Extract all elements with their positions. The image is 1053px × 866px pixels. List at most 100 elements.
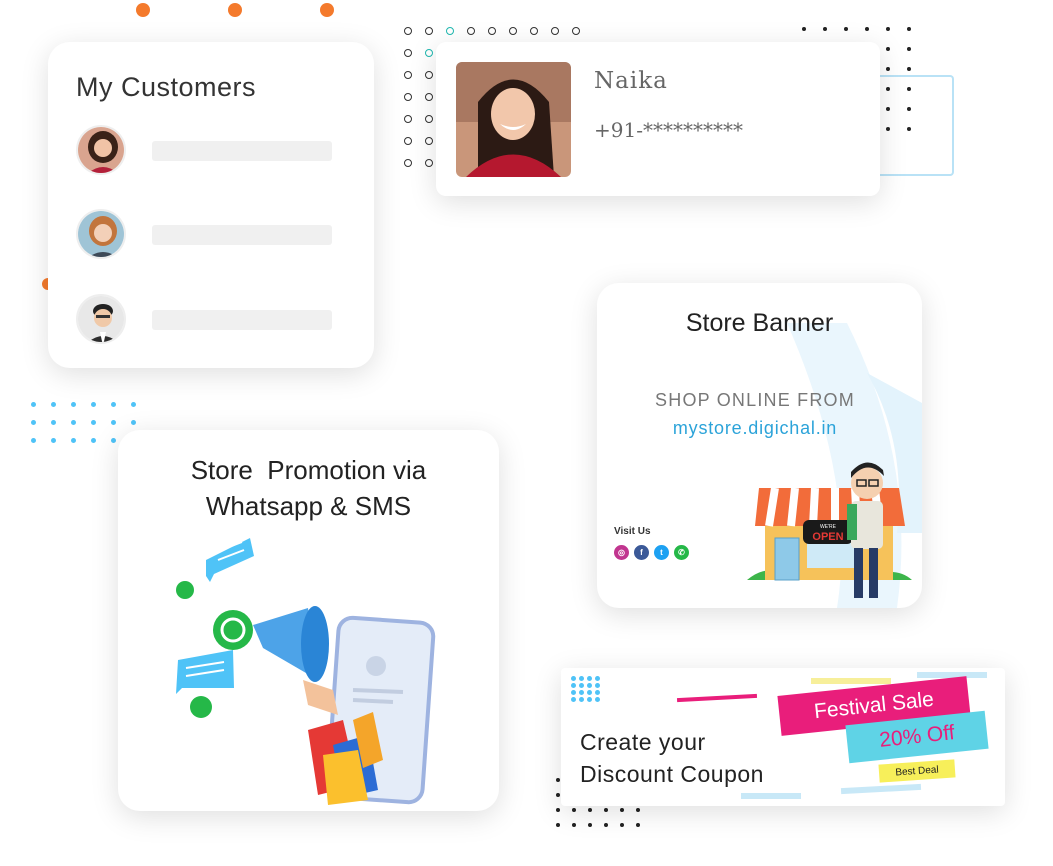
pattern-dot	[620, 823, 624, 827]
pattern-dot	[886, 27, 890, 31]
orange-dot	[136, 3, 150, 17]
pattern-dot	[425, 49, 433, 57]
pattern-dot	[404, 159, 412, 167]
pattern-dot	[595, 697, 600, 702]
customer-row[interactable]	[76, 125, 356, 177]
sign-top-text: WE'RE	[820, 524, 837, 530]
pattern-dot	[111, 402, 116, 407]
pattern-dot	[488, 27, 496, 35]
pattern-dot	[91, 438, 96, 443]
avatar	[76, 209, 126, 259]
banner-title: Store Banner	[685, 309, 834, 337]
orange-dot	[320, 3, 334, 17]
social-icons: ◎ f t ✆	[614, 545, 689, 560]
pattern-dot	[595, 683, 600, 688]
pattern-dot	[509, 27, 517, 35]
pattern-dot	[404, 115, 412, 123]
decor-stripe	[811, 678, 891, 684]
contact-name: Naika	[594, 68, 668, 94]
pattern-dot	[556, 778, 560, 782]
pattern-dot	[579, 690, 584, 695]
pattern-dot	[51, 420, 56, 425]
customer-name-placeholder	[152, 310, 332, 330]
pattern-dot	[446, 27, 454, 35]
pattern-dot	[802, 27, 806, 31]
pattern-dot	[91, 420, 96, 425]
pattern-dot	[31, 438, 36, 443]
pattern-dot	[111, 420, 116, 425]
decor-stripe	[676, 693, 758, 703]
customers-title: My Customers	[76, 72, 257, 102]
pattern-dot	[587, 690, 592, 695]
pattern-dot	[425, 115, 433, 123]
pattern-dot	[571, 697, 576, 702]
customer-row[interactable]	[76, 209, 356, 261]
pattern-dot	[588, 823, 592, 827]
pattern-dot	[587, 683, 592, 688]
pattern-dot	[571, 676, 576, 681]
avatar	[76, 294, 126, 344]
pattern-dot	[530, 27, 538, 35]
store-banner-card[interactable]: Store Banner SHOP ONLINE FROM mystore.di…	[597, 283, 922, 608]
pattern-dot	[823, 27, 827, 31]
pattern-dot	[91, 402, 96, 407]
store-promotion-card[interactable]: Store Promotion via Whatsapp & SMS	[118, 430, 499, 811]
whatsapp-icon[interactable]: ✆	[674, 545, 689, 560]
pattern-dot	[404, 71, 412, 79]
pattern-dot	[551, 27, 559, 35]
coupon-text-line1: Create your	[580, 729, 706, 755]
pattern-dot	[425, 159, 433, 167]
pattern-dot	[886, 47, 890, 51]
pattern-dot	[579, 676, 584, 681]
discount-coupon-card[interactable]: Create your Discount Coupon Festival Sal…	[561, 668, 1005, 806]
pattern-dot	[886, 67, 890, 71]
pattern-dot	[579, 697, 584, 702]
pattern-dot	[556, 793, 560, 797]
pattern-dot	[131, 420, 136, 425]
contact-photo	[456, 62, 571, 177]
pattern-dot	[844, 27, 848, 31]
pattern-dot	[587, 676, 592, 681]
visit-us-label: Visit Us	[614, 526, 651, 537]
pattern-dot	[556, 808, 560, 812]
pattern-dot	[604, 823, 608, 827]
open-store-illustration: WE'RE OPEN	[747, 462, 912, 598]
coupon-text-line2: Discount Coupon	[580, 761, 764, 787]
pattern-dot	[595, 676, 600, 681]
pattern-dot	[572, 808, 576, 812]
pattern-dot	[131, 402, 136, 407]
pattern-dot	[907, 47, 911, 51]
facebook-icon[interactable]: f	[634, 545, 649, 560]
instagram-icon[interactable]: ◎	[614, 545, 629, 560]
customer-name-placeholder	[152, 141, 332, 161]
banner-store-url[interactable]: mystore.digichal.in	[597, 418, 913, 439]
customer-row[interactable]	[76, 294, 356, 346]
pattern-dot	[572, 27, 580, 35]
contact-card[interactable]: Naika +91-**********	[436, 42, 880, 196]
pattern-dot	[31, 420, 36, 425]
feature-collage: My Customers Naika +91-********** Store …	[0, 0, 1053, 866]
pattern-dot	[636, 823, 640, 827]
customer-name-placeholder	[152, 225, 332, 245]
orange-dot	[228, 3, 242, 17]
pattern-dot	[51, 438, 56, 443]
best-deal-tag: Best Deal	[878, 759, 956, 783]
pattern-dot	[587, 697, 592, 702]
pattern-dot	[404, 27, 412, 35]
pattern-dot	[71, 420, 76, 425]
pattern-dot	[588, 808, 592, 812]
my-customers-card[interactable]: My Customers	[48, 42, 374, 368]
pattern-dot	[425, 93, 433, 101]
pattern-dot	[111, 438, 116, 443]
pattern-dot	[636, 808, 640, 812]
pattern-dot	[571, 683, 576, 688]
pattern-dot	[51, 402, 56, 407]
pattern-dot	[404, 49, 412, 57]
pattern-dot	[425, 27, 433, 35]
twitter-icon[interactable]: t	[654, 545, 669, 560]
pattern-dot	[571, 690, 576, 695]
pattern-dot	[572, 823, 576, 827]
decor-stripe	[741, 793, 801, 799]
avatar	[76, 125, 126, 175]
pattern-dot	[595, 690, 600, 695]
